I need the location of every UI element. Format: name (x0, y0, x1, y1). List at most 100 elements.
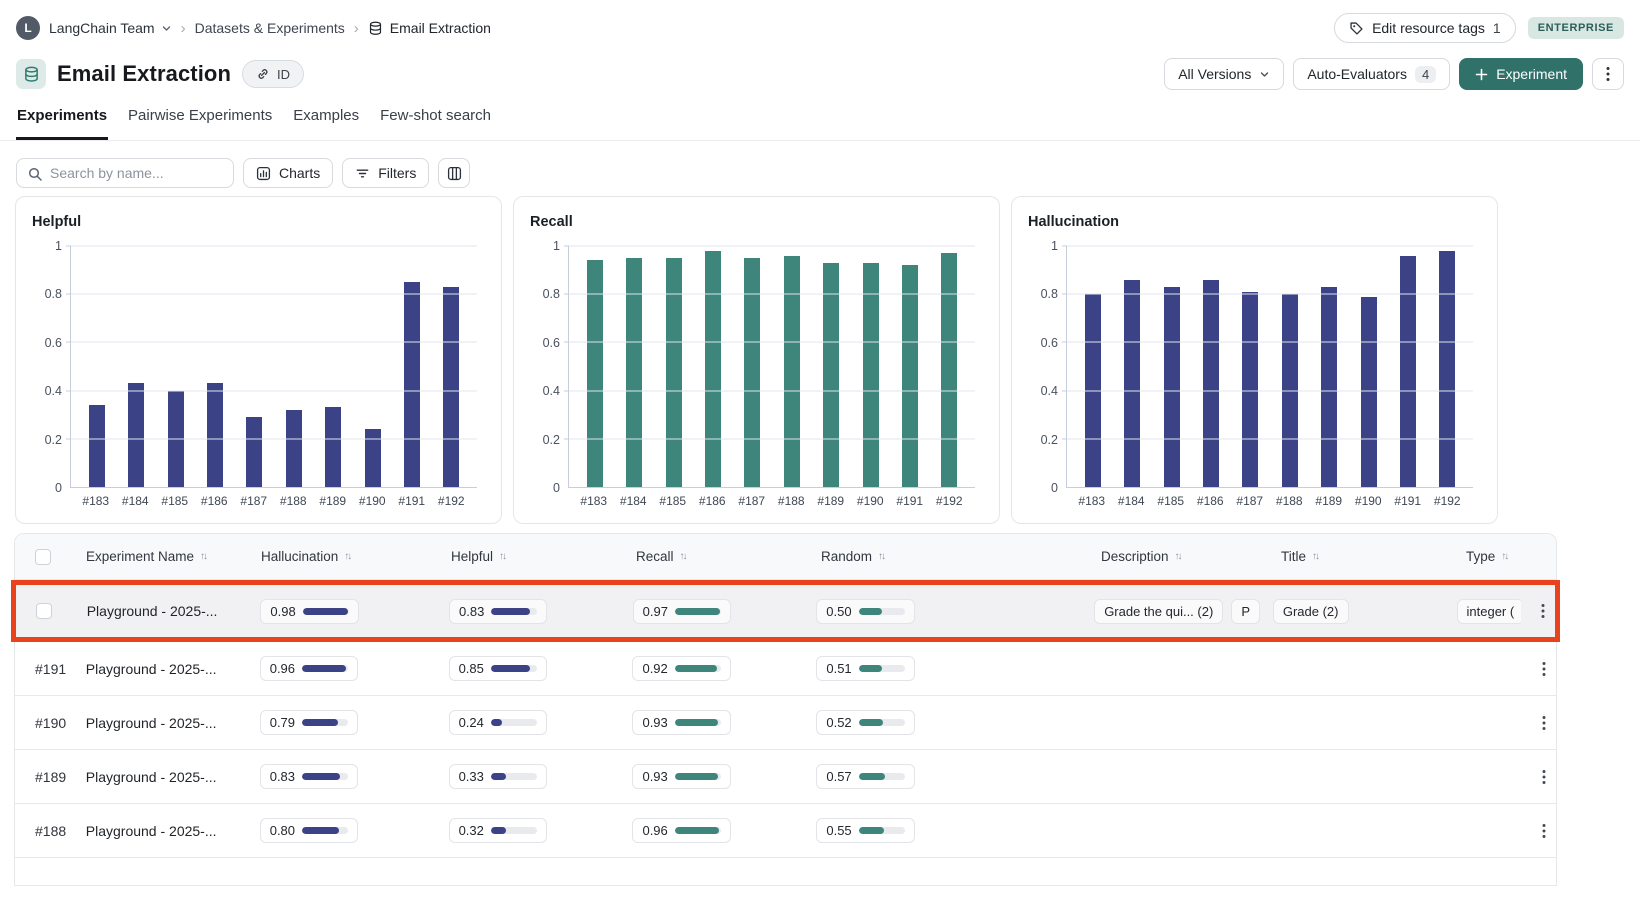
row-kebab-menu-button[interactable] (1532, 819, 1556, 843)
edit-resource-tags-button[interactable]: Edit resource tags 1 (1334, 13, 1516, 43)
helpful-chip: 0.32 (449, 818, 547, 843)
experiment-name[interactable]: Playground - 2025-... (86, 715, 217, 731)
column-header-title[interactable]: Title↑↓ (1271, 549, 1456, 564)
x-tick-label: #191 (890, 494, 930, 508)
helpful-chip: 0.85 (449, 656, 547, 681)
x-tick-label: #186 (693, 494, 733, 508)
column-header-helpful[interactable]: Helpful↑↓ (441, 549, 626, 564)
all-versions-dropdown[interactable]: All Versions (1164, 58, 1284, 90)
bar-recall-189[interactable] (823, 263, 839, 487)
tab-pairwise-experiments[interactable]: Pairwise Experiments (127, 107, 273, 140)
table-row[interactable]: #189Playground - 2025-...0.830.330.930.5… (15, 750, 1556, 804)
bar-helpful-188[interactable] (286, 410, 302, 487)
partial-next-row (15, 858, 1556, 886)
table-row[interactable]: #191Playground - 2025-...0.960.850.920.5… (15, 642, 1556, 696)
tab-few-shot-search[interactable]: Few-shot search (379, 107, 492, 140)
filters-button[interactable]: Filters (342, 158, 429, 188)
bar-helpful-187[interactable] (246, 417, 262, 487)
search-input[interactable] (17, 159, 233, 187)
charts-button[interactable]: Charts (243, 158, 333, 188)
table-row-highlighted[interactable]: Playground - 2025-...0.980.830.970.50Gra… (11, 580, 1560, 642)
column-header-description[interactable]: Description↑↓ (1091, 549, 1271, 564)
sort-icon: ↑↓ (1175, 551, 1181, 562)
x-tick-label: #184 (116, 494, 156, 508)
columns-button[interactable] (438, 158, 470, 188)
bar-hallucination-191[interactable] (1400, 256, 1416, 487)
bar-recall-184[interactable] (626, 258, 642, 487)
kebab-menu-icon (1542, 769, 1546, 785)
y-tick-label: 0.2 (1041, 433, 1058, 447)
bar-recall-190[interactable] (863, 263, 879, 487)
y-tick-label: 0.8 (45, 287, 62, 301)
column-header-type[interactable]: Type↑↓ (1456, 549, 1531, 564)
copy-id-button[interactable]: ID (242, 60, 304, 88)
row-kebab-menu-button[interactable] (1532, 657, 1556, 681)
workspace-avatar[interactable]: L (16, 16, 40, 40)
column-header-random[interactable]: Random↑↓ (811, 549, 1091, 564)
experiment-name[interactable]: Playground - 2025-... (86, 661, 217, 677)
tab-examples[interactable]: Examples (292, 107, 360, 140)
plot-area (1066, 246, 1473, 488)
x-tick-label: #184 (1112, 494, 1152, 508)
recall-chip: 0.96 (632, 818, 730, 843)
bar-helpful-183[interactable] (89, 405, 105, 487)
auto-evaluators-button[interactable]: Auto-Evaluators 4 (1293, 58, 1450, 90)
experiment-name[interactable]: Playground - 2025-... (87, 603, 218, 619)
bar-hallucination-185[interactable] (1164, 287, 1180, 487)
bar-recall-186[interactable] (705, 251, 721, 487)
row-kebab-menu-button[interactable] (1531, 599, 1555, 623)
sort-icon: ↑↓ (499, 551, 505, 562)
y-axis: 00.20.40.60.81 (32, 246, 70, 488)
auto-evaluators-count: 4 (1415, 66, 1436, 83)
x-tick-label: #184 (614, 494, 654, 508)
all-versions-label: All Versions (1178, 66, 1251, 82)
bar-helpful-192[interactable] (443, 287, 459, 487)
experiment-name[interactable]: Playground - 2025-... (86, 823, 217, 839)
header-kebab-menu-button[interactable] (1592, 58, 1624, 90)
bar-hallucination-189[interactable] (1321, 287, 1337, 487)
resource-tags-count: 1 (1493, 20, 1501, 36)
bar-hallucination-184[interactable] (1124, 280, 1140, 487)
y-tick-label: 0.4 (543, 384, 560, 398)
database-icon (23, 66, 40, 83)
bar-helpful-191[interactable] (404, 282, 420, 487)
search-box (16, 158, 234, 188)
bar-hallucination-186[interactable] (1203, 280, 1219, 487)
experiment-name[interactable]: Playground - 2025-... (86, 769, 217, 785)
y-axis: 00.20.40.60.81 (1028, 246, 1066, 488)
bar-helpful-186[interactable] (207, 383, 223, 487)
tab-experiments[interactable]: Experiments (16, 107, 108, 140)
table-row[interactable]: #188Playground - 2025-...0.800.320.960.5… (15, 804, 1556, 858)
column-header-experiment-name[interactable]: Experiment Name↑↓ (73, 549, 251, 564)
row-checkbox[interactable] (36, 603, 52, 619)
team-switcher[interactable]: LangChain Team (49, 20, 172, 36)
breadcrumb-page-label: Email Extraction (390, 20, 491, 36)
bar-helpful-184[interactable] (128, 383, 144, 487)
x-tick-label: #187 (1230, 494, 1270, 508)
table-row[interactable]: #190Playground - 2025-...0.790.240.930.5… (15, 696, 1556, 750)
bar-helpful-189[interactable] (325, 407, 341, 487)
recall-chip: 0.92 (632, 656, 730, 681)
bar-hallucination-190[interactable] (1361, 297, 1377, 487)
bar-recall-192[interactable] (941, 253, 957, 487)
y-tick-label: 1 (55, 239, 62, 253)
column-header-recall[interactable]: Recall↑↓ (626, 549, 811, 564)
bar-hallucination-192[interactable] (1439, 251, 1455, 487)
new-experiment-button[interactable]: Experiment (1459, 58, 1583, 90)
breadcrumb-datasets-link[interactable]: Datasets & Experiments (195, 20, 345, 36)
row-kebab-menu-button[interactable] (1532, 765, 1556, 789)
y-tick-label: 0.4 (45, 384, 62, 398)
bar-recall-185[interactable] (666, 258, 682, 487)
x-tick-label: #183 (1072, 494, 1112, 508)
y-tick-label: 0.4 (1041, 384, 1058, 398)
row-kebab-menu-button[interactable] (1532, 711, 1556, 735)
bar-recall-191[interactable] (902, 265, 918, 487)
row-number: #188 (35, 823, 66, 839)
link-icon (256, 67, 270, 81)
column-header-hallucination[interactable]: Hallucination↑↓ (251, 549, 441, 564)
bar-recall-187[interactable] (744, 258, 760, 487)
x-tick-label: #189 (811, 494, 851, 508)
select-all-checkbox[interactable] (35, 549, 51, 565)
bar-recall-188[interactable] (784, 256, 800, 487)
x-tick-label: #188 (1270, 494, 1310, 508)
